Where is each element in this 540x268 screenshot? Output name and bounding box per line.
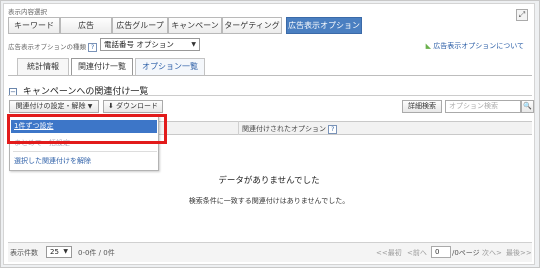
empty-state-subtitle: 検索条件に一致する関連付けはありませんでした。	[188, 197, 350, 205]
next-page-link[interactable]: 次へ>	[482, 248, 502, 258]
bulk-action-button[interactable]: 関連付けの設定・解除 ▼	[9, 100, 99, 113]
menu-item-unlink[interactable]: 選択した関連付けを解除	[11, 155, 157, 168]
beginner-leaf-icon: ◣	[425, 42, 431, 50]
chevron-down-icon: ▼	[191, 41, 196, 48]
expand-icon[interactable]: ⤢	[516, 9, 528, 21]
about-extensions-link[interactable]: ◣ 広告表示オプションについて	[426, 41, 524, 51]
per-page-label: 表示件数	[10, 249, 38, 257]
prev-page-link[interactable]: <前へ	[407, 248, 427, 258]
main-panel: 表示内容選択 キーワード 広告 広告グループ キャンペーン ターゲティング 広告…	[3, 3, 535, 265]
option-type-label: 広告表示オプションの種類 ?	[8, 41, 98, 52]
tab-ad-extensions[interactable]: 広告表示オプション	[286, 17, 362, 34]
chevron-down-icon: ▼	[63, 248, 68, 255]
tab-targeting[interactable]: ターゲティング	[222, 17, 282, 34]
search-icon[interactable]: 🔍	[521, 100, 534, 113]
pagination-footer: 表示件数 25 ▼ 0-0件 / 0件 <<最初 <前へ 0 /0ページ 次へ>…	[8, 242, 532, 262]
chevron-down-icon: ▼	[87, 103, 93, 110]
help-icon[interactable]: ?	[88, 42, 98, 52]
download-button[interactable]: ⬇ ダウンロード	[103, 100, 163, 113]
page-total: /0ページ	[452, 249, 480, 257]
tab-ads[interactable]: 広告	[60, 17, 112, 34]
subtab-option-list[interactable]: オプション一覧	[135, 58, 205, 75]
subtab-divider	[8, 75, 532, 76]
subtab-associations[interactable]: 関連付け一覧	[71, 58, 133, 75]
per-page-select[interactable]: 25 ▼	[46, 246, 72, 258]
download-label: ダウンロード	[116, 102, 159, 110]
help-icon[interactable]: ?	[328, 124, 338, 134]
page-input[interactable]: 0	[431, 246, 451, 258]
tab-keyword[interactable]: キーワード	[8, 17, 60, 34]
option-type-selected: 電話番号 オプション	[104, 40, 174, 49]
highlight-callout	[7, 114, 167, 144]
tab-campaigns[interactable]: キャンペーン	[168, 17, 222, 34]
last-page-link[interactable]: 最後>>	[506, 248, 532, 258]
advanced-search-button[interactable]: 詳細検索	[402, 100, 442, 113]
option-type-label-text: 広告表示オプションの種類	[8, 43, 86, 51]
tab-ad-groups[interactable]: 広告グループ	[112, 17, 168, 34]
empty-state-title: データがありませんでした	[218, 176, 320, 186]
per-page-value: 25	[50, 248, 59, 256]
subtab-statistics[interactable]: 統計情報	[17, 58, 69, 75]
section-label: 表示内容選択	[8, 8, 47, 16]
result-count: 0-0件 / 0件	[78, 249, 115, 257]
bulk-action-label: 関連付けの設定・解除	[15, 102, 86, 110]
download-icon: ⬇	[107, 102, 114, 110]
column-linked-option-label: 関連付けされたオプション	[242, 125, 326, 133]
about-extensions-text: 広告表示オプションについて	[433, 42, 524, 50]
column-divider	[238, 121, 239, 135]
column-linked-option: 関連付けされたオプション ?	[242, 124, 338, 134]
first-page-link[interactable]: <<最初	[376, 248, 402, 258]
search-input[interactable]: オプション検索	[445, 100, 521, 113]
menu-divider	[13, 151, 157, 152]
section-divider	[8, 95, 532, 96]
option-type-select[interactable]: 電話番号 オプション ▼	[100, 38, 200, 51]
